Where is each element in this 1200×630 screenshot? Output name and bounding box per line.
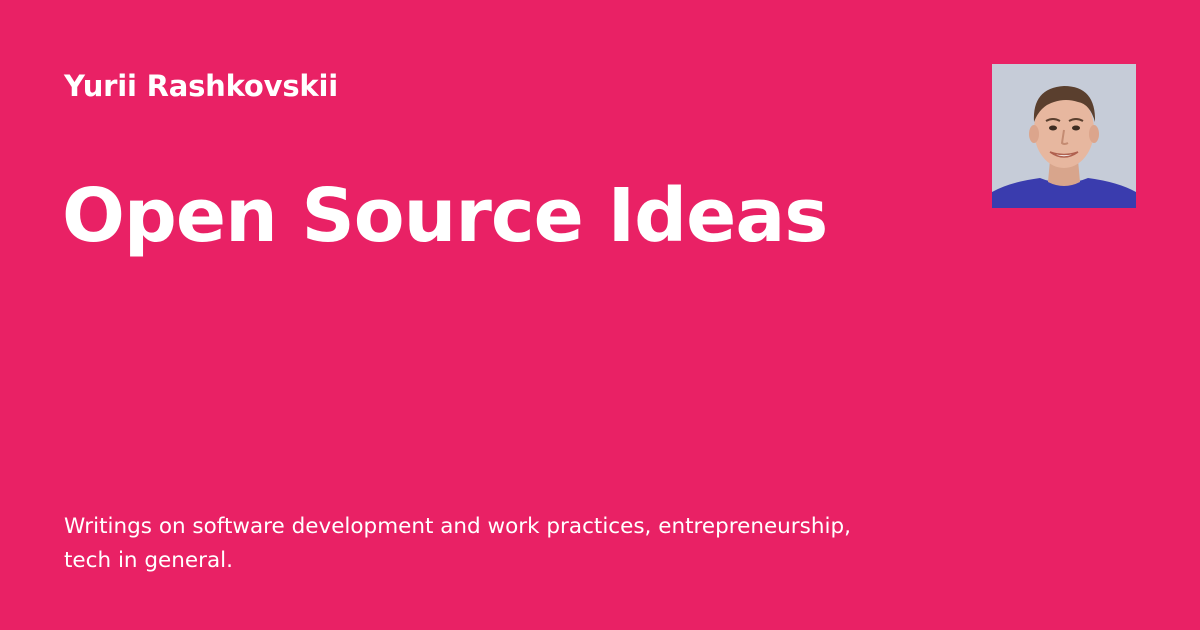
social-card: Yurii Rashkovskii Open Source Ideas Writ… (0, 0, 1200, 630)
avatar (992, 64, 1136, 208)
site-title: Open Source Ideas (62, 173, 828, 259)
site-description: Writings on software development and wor… (64, 514, 851, 573)
person-photo-icon (992, 64, 1136, 208)
author-name: Yurii Rashkovskii (64, 69, 338, 103)
